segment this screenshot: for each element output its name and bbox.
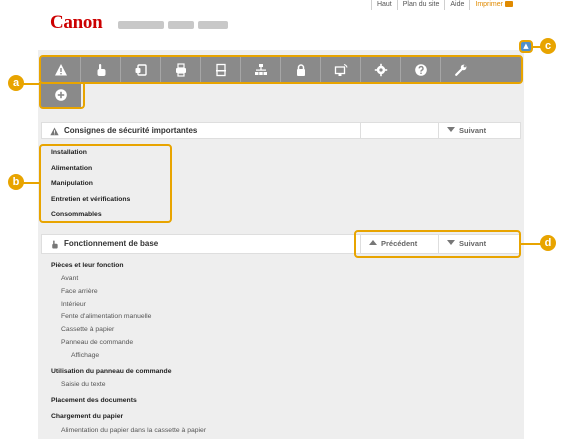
callout-d: d (540, 235, 556, 251)
list-item[interactable]: Fente d'alimentation manuelle (61, 312, 151, 321)
callout-frame-c (519, 40, 533, 53)
callout-a: a (8, 75, 24, 91)
list-item[interactable]: Panneau de commande (61, 338, 133, 347)
callout-a-leader (23, 83, 40, 85)
link-home[interactable]: Haut (370, 0, 397, 10)
print-label: Imprimer (475, 1, 503, 8)
link-print[interactable]: Imprimer (469, 0, 518, 10)
hand-icon (52, 240, 58, 249)
list-item[interactable]: Alimentation du papier dans la cassette … (61, 426, 206, 435)
section-basic-title: Fonctionnement de base (64, 239, 159, 248)
link-help[interactable]: Aide (444, 0, 469, 10)
callout-b-leader (23, 182, 40, 184)
list-item[interactable]: Avant (61, 274, 78, 283)
list-item[interactable]: Saisie du texte (61, 380, 106, 389)
next-button[interactable]: Suivant (439, 123, 494, 138)
section-safety-header: Consignes de sécurité importantes Suivan… (41, 122, 521, 139)
list-item[interactable]: Pièces et leur fonction (51, 261, 124, 270)
callout-c: c (540, 38, 556, 54)
product-name-blurred (118, 14, 242, 29)
section-safety-title: Consignes de sécurité importantes (64, 126, 198, 135)
canon-logo[interactable]: Canon (50, 12, 103, 34)
list-item[interactable]: Utilisation du panneau de commande (51, 367, 171, 376)
list-item[interactable]: Intérieur (61, 300, 86, 309)
callout-b: b (8, 174, 24, 190)
callout-frame-a (39, 55, 523, 84)
callout-frame-a-extension (39, 82, 85, 109)
list-item[interactable]: Face arrière (61, 287, 98, 296)
triangle-down-icon (447, 127, 455, 132)
list-item[interactable]: Chargement du papier (51, 412, 123, 421)
section-safety-nav: Suivant (360, 123, 494, 138)
section-safety-spacer (361, 123, 439, 138)
list-item[interactable]: Affichage (71, 351, 99, 360)
printer-icon (505, 1, 513, 7)
warning-icon (50, 127, 59, 136)
header: Canon Haut Plan du site Aide Imprimer (38, 0, 524, 50)
next-label: Suivant (459, 126, 487, 135)
list-item[interactable]: Placement des documents (51, 396, 137, 405)
list-item[interactable]: Cassette à papier (61, 325, 114, 334)
callout-frame-b (39, 144, 172, 223)
link-sitemap[interactable]: Plan du site (396, 0, 445, 10)
callout-d-leader (520, 243, 542, 245)
top-links: Haut Plan du site Aide Imprimer (370, 0, 518, 10)
callout-frame-d (354, 230, 521, 258)
